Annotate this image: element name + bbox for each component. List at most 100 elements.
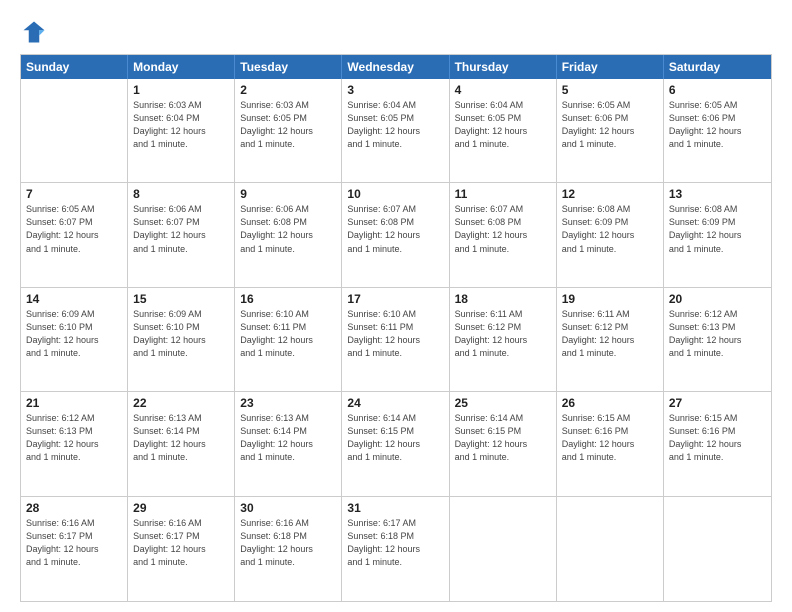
- day-info: Sunrise: 6:12 AM Sunset: 6:13 PM Dayligh…: [669, 308, 766, 360]
- day-info: Sunrise: 6:12 AM Sunset: 6:13 PM Dayligh…: [26, 412, 122, 464]
- day-number: 22: [133, 396, 229, 410]
- day-info: Sunrise: 6:17 AM Sunset: 6:18 PM Dayligh…: [347, 517, 443, 569]
- header-day-friday: Friday: [557, 55, 664, 79]
- day-info: Sunrise: 6:09 AM Sunset: 6:10 PM Dayligh…: [133, 308, 229, 360]
- day-info: Sunrise: 6:10 AM Sunset: 6:11 PM Dayligh…: [347, 308, 443, 360]
- calendar-cell: 31 Sunrise: 6:17 AM Sunset: 6:18 PM Dayli…: [342, 497, 449, 601]
- calendar-cell: 15 Sunrise: 6:09 AM Sunset: 6:10 PM Dayli…: [128, 288, 235, 391]
- day-info: Sunrise: 6:11 AM Sunset: 6:12 PM Dayligh…: [562, 308, 658, 360]
- day-info: Sunrise: 6:14 AM Sunset: 6:15 PM Dayligh…: [347, 412, 443, 464]
- day-number: 18: [455, 292, 551, 306]
- day-number: 4: [455, 83, 551, 97]
- calendar-cell: 4 Sunrise: 6:04 AM Sunset: 6:05 PM Daylig…: [450, 79, 557, 182]
- day-info: Sunrise: 6:05 AM Sunset: 6:06 PM Dayligh…: [669, 99, 766, 151]
- calendar-cell: 7Sunrise: 6:05 AM Sunset: 6:07 PM Daylig…: [21, 183, 128, 286]
- day-info: Sunrise: 6:15 AM Sunset: 6:16 PM Dayligh…: [669, 412, 766, 464]
- logo: [20, 18, 52, 46]
- day-info: Sunrise: 6:11 AM Sunset: 6:12 PM Dayligh…: [455, 308, 551, 360]
- calendar: SundayMondayTuesdayWednesdayThursdayFrid…: [20, 54, 772, 602]
- calendar-cell: 26Sunrise: 6:15 AM Sunset: 6:16 PM Dayli…: [557, 392, 664, 495]
- day-number: 20: [669, 292, 766, 306]
- day-info: Sunrise: 6:16 AM Sunset: 6:18 PM Dayligh…: [240, 517, 336, 569]
- calendar-cell: 8Sunrise: 6:06 AM Sunset: 6:07 PM Daylig…: [128, 183, 235, 286]
- day-number: 13: [669, 187, 766, 201]
- calendar-cell: 3Sunrise: 6:04 AM Sunset: 6:05 PM Daylig…: [342, 79, 449, 182]
- day-number: 24: [347, 396, 443, 410]
- day-number: 27: [669, 396, 766, 410]
- calendar-cell: 5 Sunrise: 6:05 AM Sunset: 6:06 PM Daylig…: [557, 79, 664, 182]
- calendar-week-3: 14 Sunrise: 6:09 AM Sunset: 6:10 PM Dayli…: [21, 288, 771, 392]
- calendar-cell: 21 Sunrise: 6:12 AM Sunset: 6:13 PM Dayli…: [21, 392, 128, 495]
- calendar-week-1: 1 Sunrise: 6:03 AM Sunset: 6:04 PM Daylig…: [21, 79, 771, 183]
- day-number: 10: [347, 187, 443, 201]
- calendar-cell: [557, 497, 664, 601]
- calendar-cell: [21, 79, 128, 182]
- calendar-body: 1 Sunrise: 6:03 AM Sunset: 6:04 PM Daylig…: [21, 79, 771, 601]
- day-number: 21: [26, 396, 122, 410]
- day-number: 11: [455, 187, 551, 201]
- day-number: 29: [133, 501, 229, 515]
- page: SundayMondayTuesdayWednesdayThursdayFrid…: [0, 0, 792, 612]
- calendar-cell: 1 Sunrise: 6:03 AM Sunset: 6:04 PM Daylig…: [128, 79, 235, 182]
- header-day-sunday: Sunday: [21, 55, 128, 79]
- calendar-cell: 19 Sunrise: 6:11 AM Sunset: 6:12 PM Dayli…: [557, 288, 664, 391]
- day-number: 6: [669, 83, 766, 97]
- header-day-tuesday: Tuesday: [235, 55, 342, 79]
- day-info: Sunrise: 6:16 AM Sunset: 6:17 PM Dayligh…: [26, 517, 122, 569]
- calendar-cell: 24 Sunrise: 6:14 AM Sunset: 6:15 PM Dayli…: [342, 392, 449, 495]
- calendar-cell: 13Sunrise: 6:08 AM Sunset: 6:09 PM Dayli…: [664, 183, 771, 286]
- day-number: 31: [347, 501, 443, 515]
- day-info: Sunrise: 6:10 AM Sunset: 6:11 PM Dayligh…: [240, 308, 336, 360]
- calendar-week-4: 21 Sunrise: 6:12 AM Sunset: 6:13 PM Dayli…: [21, 392, 771, 496]
- day-number: 12: [562, 187, 658, 201]
- day-number: 30: [240, 501, 336, 515]
- day-number: 9: [240, 187, 336, 201]
- header-day-monday: Monday: [128, 55, 235, 79]
- calendar-week-5: 28 Sunrise: 6:16 AM Sunset: 6:17 PM Dayli…: [21, 497, 771, 601]
- calendar-cell: 12 Sunrise: 6:08 AM Sunset: 6:09 PM Dayli…: [557, 183, 664, 286]
- calendar-cell: [450, 497, 557, 601]
- day-number: 28: [26, 501, 122, 515]
- calendar-cell: 11 Sunrise: 6:07 AM Sunset: 6:08 PM Dayli…: [450, 183, 557, 286]
- calendar-week-2: 7Sunrise: 6:05 AM Sunset: 6:07 PM Daylig…: [21, 183, 771, 287]
- day-number: 2: [240, 83, 336, 97]
- calendar-cell: 18 Sunrise: 6:11 AM Sunset: 6:12 PM Dayli…: [450, 288, 557, 391]
- calendar-cell: 22 Sunrise: 6:13 AM Sunset: 6:14 PM Dayli…: [128, 392, 235, 495]
- calendar-cell: 10 Sunrise: 6:07 AM Sunset: 6:08 PM Dayli…: [342, 183, 449, 286]
- header-day-wednesday: Wednesday: [342, 55, 449, 79]
- day-info: Sunrise: 6:16 AM Sunset: 6:17 PM Dayligh…: [133, 517, 229, 569]
- day-info: Sunrise: 6:06 AM Sunset: 6:07 PM Dayligh…: [133, 203, 229, 255]
- day-number: 15: [133, 292, 229, 306]
- day-info: Sunrise: 6:03 AM Sunset: 6:04 PM Dayligh…: [133, 99, 229, 151]
- calendar-cell: 16Sunrise: 6:10 AM Sunset: 6:11 PM Dayli…: [235, 288, 342, 391]
- day-info: Sunrise: 6:14 AM Sunset: 6:15 PM Dayligh…: [455, 412, 551, 464]
- day-info: Sunrise: 6:09 AM Sunset: 6:10 PM Dayligh…: [26, 308, 122, 360]
- day-number: 14: [26, 292, 122, 306]
- day-info: Sunrise: 6:03 AM Sunset: 6:05 PM Dayligh…: [240, 99, 336, 151]
- calendar-cell: 17 Sunrise: 6:10 AM Sunset: 6:11 PM Dayli…: [342, 288, 449, 391]
- day-info: Sunrise: 6:08 AM Sunset: 6:09 PM Dayligh…: [562, 203, 658, 255]
- day-info: Sunrise: 6:04 AM Sunset: 6:05 PM Dayligh…: [347, 99, 443, 151]
- day-number: 5: [562, 83, 658, 97]
- calendar-cell: 28 Sunrise: 6:16 AM Sunset: 6:17 PM Dayli…: [21, 497, 128, 601]
- calendar-cell: 25Sunrise: 6:14 AM Sunset: 6:15 PM Dayli…: [450, 392, 557, 495]
- calendar-cell: 2 Sunrise: 6:03 AM Sunset: 6:05 PM Daylig…: [235, 79, 342, 182]
- day-number: 17: [347, 292, 443, 306]
- calendar-cell: [664, 497, 771, 601]
- day-info: Sunrise: 6:07 AM Sunset: 6:08 PM Dayligh…: [455, 203, 551, 255]
- calendar-header: SundayMondayTuesdayWednesdayThursdayFrid…: [21, 55, 771, 79]
- day-number: 1: [133, 83, 229, 97]
- day-number: 7: [26, 187, 122, 201]
- calendar-cell: 20 Sunrise: 6:12 AM Sunset: 6:13 PM Dayli…: [664, 288, 771, 391]
- header-day-thursday: Thursday: [450, 55, 557, 79]
- day-number: 26: [562, 396, 658, 410]
- calendar-cell: 9Sunrise: 6:06 AM Sunset: 6:08 PM Daylig…: [235, 183, 342, 286]
- header-day-saturday: Saturday: [664, 55, 771, 79]
- day-info: Sunrise: 6:13 AM Sunset: 6:14 PM Dayligh…: [133, 412, 229, 464]
- day-info: Sunrise: 6:04 AM Sunset: 6:05 PM Dayligh…: [455, 99, 551, 151]
- day-info: Sunrise: 6:07 AM Sunset: 6:08 PM Dayligh…: [347, 203, 443, 255]
- day-number: 19: [562, 292, 658, 306]
- day-info: Sunrise: 6:05 AM Sunset: 6:06 PM Dayligh…: [562, 99, 658, 151]
- day-info: Sunrise: 6:13 AM Sunset: 6:14 PM Dayligh…: [240, 412, 336, 464]
- calendar-cell: 14 Sunrise: 6:09 AM Sunset: 6:10 PM Dayli…: [21, 288, 128, 391]
